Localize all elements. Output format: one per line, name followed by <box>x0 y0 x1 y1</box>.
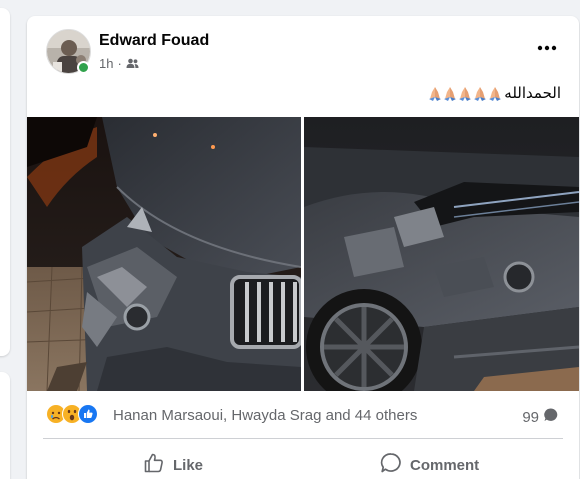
folded-hands-icon <box>488 86 502 101</box>
sidebar-card-edge <box>0 372 10 479</box>
reactions-summary: Hanan Marsaoui, Hwayda Srag and 44 other… <box>27 397 579 433</box>
actions-divider <box>43 438 563 439</box>
previous-card-edge <box>0 8 10 356</box>
folded-hands-icon <box>458 86 472 101</box>
author-name[interactable]: Edward Fouad <box>99 32 209 50</box>
like-reaction-icon <box>78 404 98 424</box>
like-button[interactable]: Like <box>143 448 203 479</box>
caption-text: الحمدالله <box>504 84 561 102</box>
comment-label: Comment <box>410 456 480 474</box>
folded-hands-icon <box>473 86 487 101</box>
more-options-icon[interactable] <box>535 40 559 56</box>
car-damage-photo-1[interactable] <box>27 117 301 391</box>
comment-icon <box>380 452 402 478</box>
post-header: Edward Fouad 1h · <box>27 16 579 80</box>
folded-hands-emoji-group <box>428 86 502 101</box>
folded-hands-icon <box>428 86 442 101</box>
comment-count-value: 99 <box>522 408 539 426</box>
photo-grid <box>27 117 579 391</box>
friends-icon[interactable] <box>126 58 139 69</box>
thumbs-up-icon <box>143 452 165 478</box>
post-meta: 1h · <box>99 56 139 71</box>
feed-post: Edward Fouad 1h · الحمدالله Hanan Marsao… <box>27 16 579 479</box>
online-status-icon <box>77 61 90 74</box>
comment-bubble-icon <box>543 407 559 427</box>
post-time[interactable]: 1h <box>99 56 113 71</box>
like-label: Like <box>173 456 204 474</box>
reaction-icons[interactable] <box>46 404 98 424</box>
meta-separator: · <box>117 56 122 71</box>
post-actions: Like Comment <box>27 444 579 479</box>
folded-hands-icon <box>443 86 457 101</box>
car-damage-photo-2[interactable] <box>304 117 579 391</box>
comment-button[interactable]: Comment <box>380 448 479 479</box>
post-caption: الحمدالله <box>428 84 561 102</box>
comment-count[interactable]: 99 <box>522 407 559 427</box>
reactors-list[interactable]: Hanan Marsaoui, Hwayda Srag and 44 other… <box>113 407 417 424</box>
